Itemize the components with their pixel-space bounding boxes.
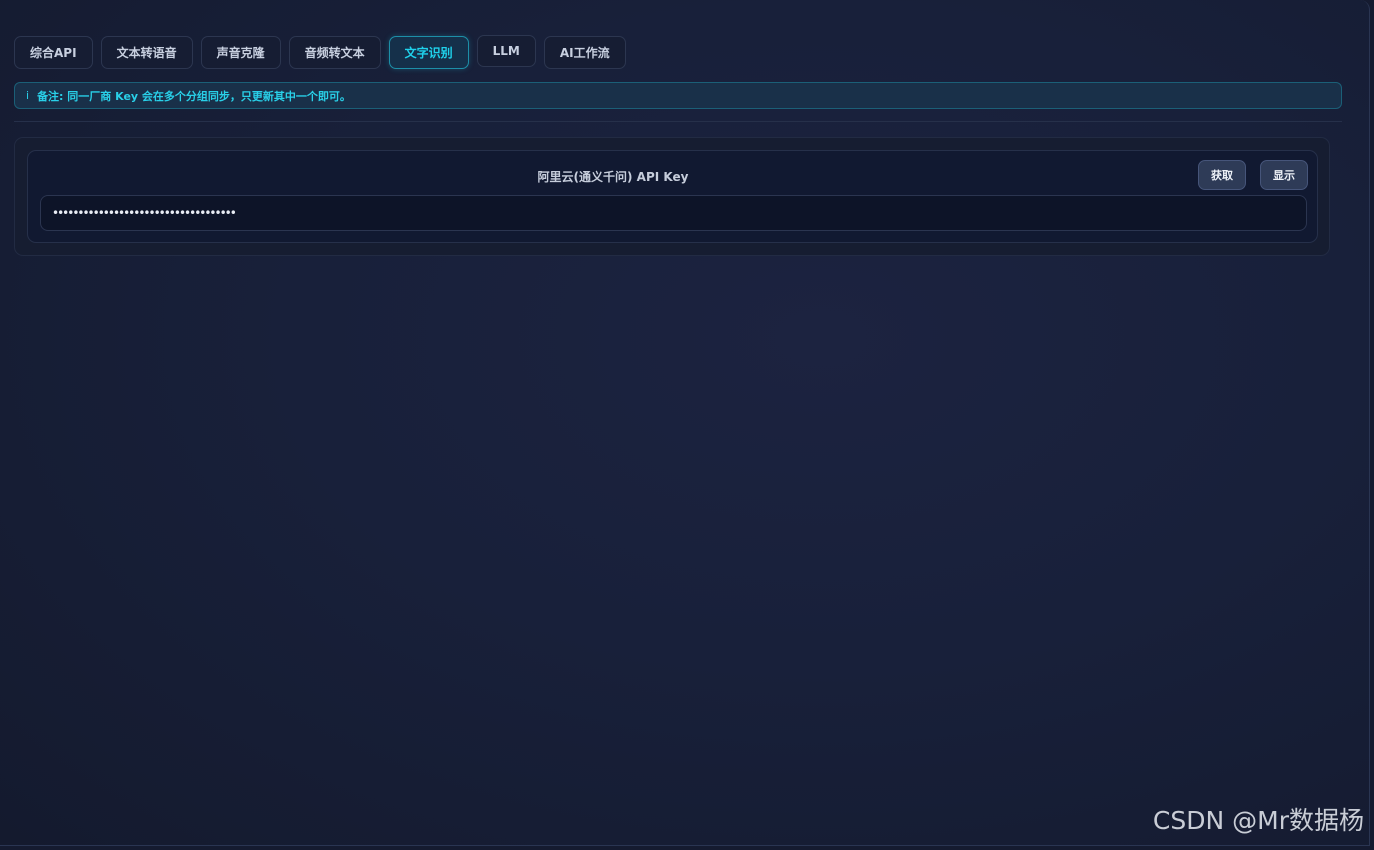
tab-llm[interactable]: LLM xyxy=(476,35,536,67)
tab-audio-to-text[interactable]: 音频转文本 xyxy=(288,36,381,69)
notice-banner: i 备注: 同一厂商 Key 会在多个分组同步，只更新其中一个即可。 xyxy=(14,82,1342,109)
api-key-input[interactable]: •••••••••••••••••••••••••••••••••••• xyxy=(40,195,1307,231)
tab-text-to-speech[interactable]: 文本转语音 xyxy=(100,36,193,69)
tab-ocr[interactable]: 文字识别 xyxy=(388,36,469,69)
tab-comprehensive-api[interactable]: 综合API xyxy=(14,36,93,69)
settings-panel: 阿里云(通义千问) API Key 获取 显示 ••••••••••••••••… xyxy=(14,137,1330,256)
info-icon: i xyxy=(26,89,30,102)
divider xyxy=(14,121,1342,122)
tab-ai-workflow[interactable]: AI工作流 xyxy=(543,36,626,69)
api-key-title: 阿里云(通义千问) API Key xyxy=(537,170,689,184)
app-window: 综合API 文本转语音 声音克隆 音频转文本 文字识别 LLM AI工作流 i … xyxy=(0,0,1370,846)
fetch-key-button[interactable]: 获取 xyxy=(1198,160,1246,190)
api-key-card: 阿里云(通义千问) API Key 获取 显示 ••••••••••••••••… xyxy=(27,150,1318,243)
show-key-button[interactable]: 显示 xyxy=(1260,160,1308,190)
notice-text: 备注: 同一厂商 Key 会在多个分组同步，只更新其中一个即可。 xyxy=(37,89,351,103)
tab-voice-clone[interactable]: 声音克隆 xyxy=(200,36,281,69)
tab-bar: 综合API 文本转语音 声音克隆 音频转文本 文字识别 LLM AI工作流 xyxy=(14,35,626,69)
watermark: CSDN @Mr数据杨 xyxy=(1152,806,1364,835)
